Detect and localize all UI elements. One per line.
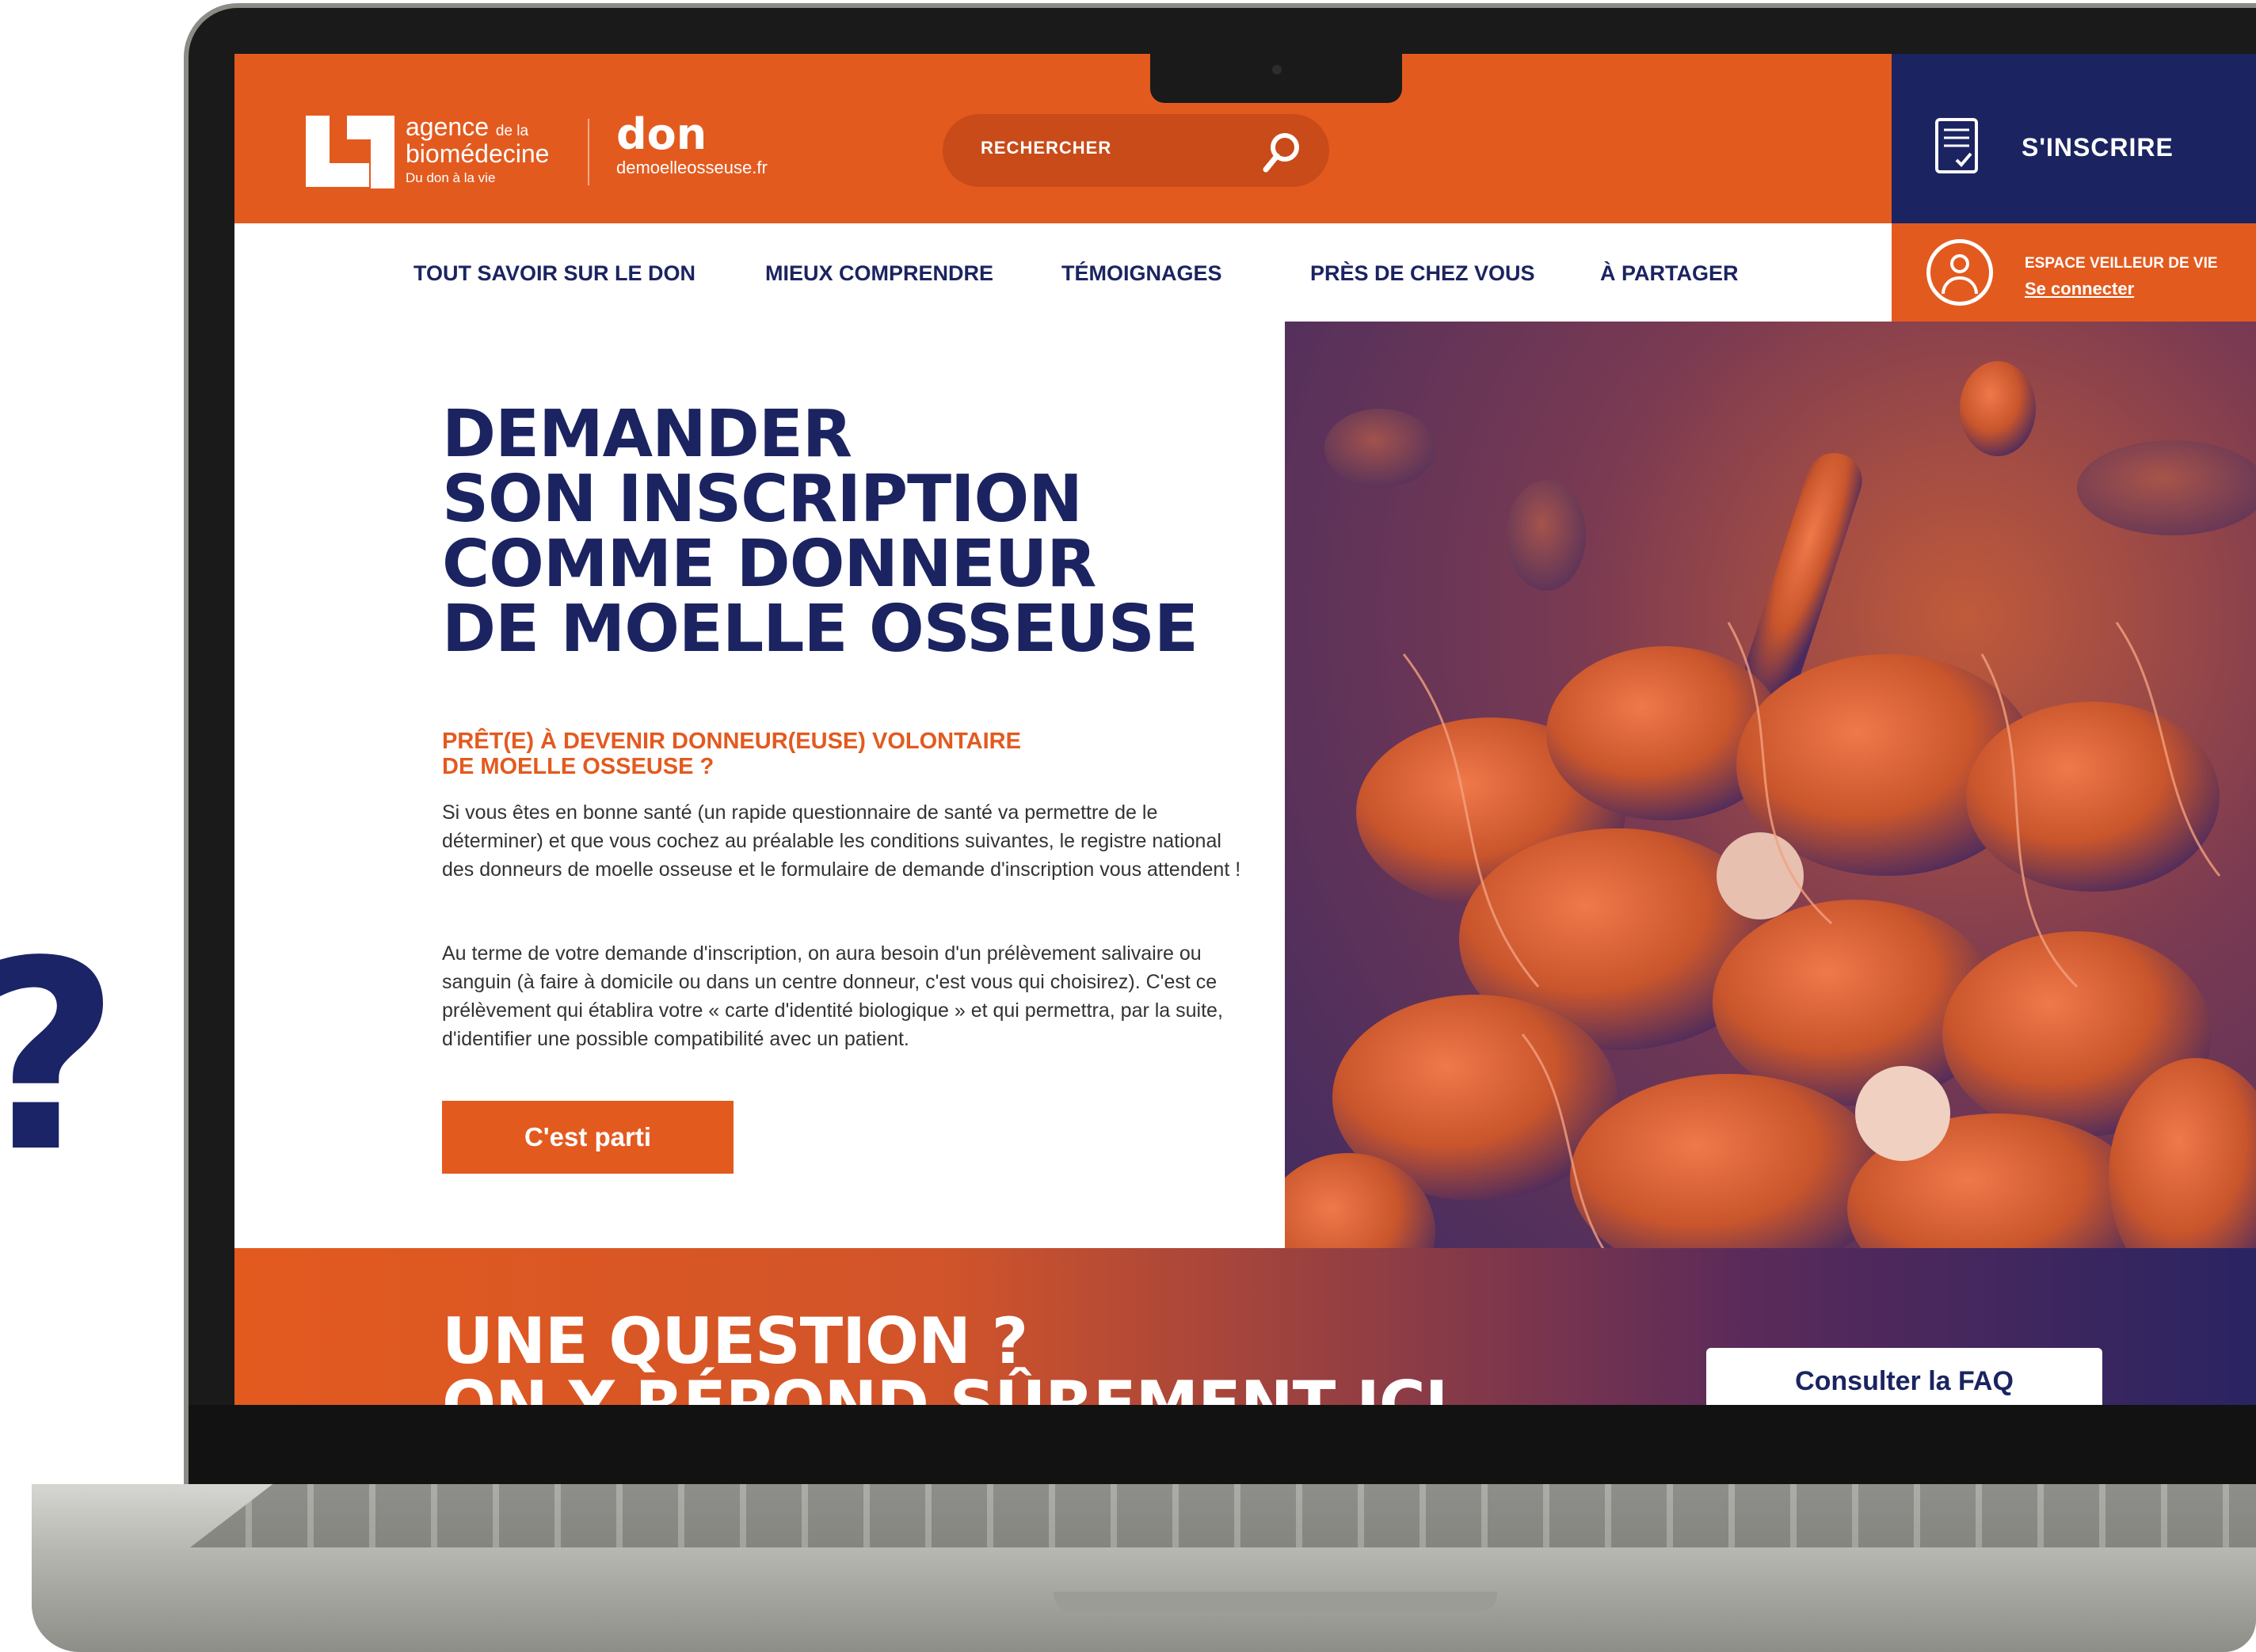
account-area[interactable]: ESPACE VEILLEUR DE VIE Se connecter (1892, 223, 2256, 322)
page-title: DEMANDER SON INSCRIPTION COMME DONNEUR D… (442, 402, 1198, 662)
agency-name[interactable]: agence de la biomédecine Du don à la vie (406, 114, 549, 185)
nav-item-tout-savoir[interactable]: TOUT SAVOIR SUR LE DON (413, 261, 695, 286)
logo-divider (588, 119, 589, 185)
title-line: DE MOELLE OSSEUSE (442, 592, 1198, 667)
faq-title-line: ON Y RÉPOND SÛREMENT ICI (442, 1368, 1448, 1406)
login-link[interactable]: Se connecter (2025, 279, 2134, 299)
trackpad-lip (1054, 1592, 1497, 1612)
title-line: SON INSCRIPTION (442, 462, 1083, 537)
search-placeholder: RECHERCHER (981, 138, 1112, 158)
faq-title: UNE QUESTION ? ON Y RÉPOND SÛREMENT ICI (442, 1304, 1448, 1406)
search-icon[interactable] (1259, 130, 1304, 174)
hero-paragraph-2: Au terme de votre demande d'inscription,… (442, 942, 1223, 1050)
site-logo[interactable]: don demoelleosseuse.fr (616, 109, 768, 178)
agency-line1-small: de la (495, 123, 529, 139)
agency-tagline: Du don à la vie (406, 170, 496, 185)
start-button[interactable]: C'est parti (442, 1101, 734, 1174)
signup-button[interactable]: S'INSCRIRE (1892, 54, 2256, 223)
laptop-screen: agence de la biomédecine Du don à la vie… (234, 54, 2256, 1405)
subtitle-line: DE MOELLE OSSEUSE ? (442, 754, 715, 779)
faq-title-line: UNE QUESTION ? (442, 1304, 1028, 1378)
hero-image-blood-cells (1285, 322, 2256, 1304)
nav-item-temoignages[interactable]: TÉMOIGNAGES (1061, 261, 1222, 286)
user-circle-icon (1926, 239, 1993, 306)
search-input[interactable]: RECHERCHER (943, 114, 1329, 187)
title-line: DEMANDER (442, 397, 852, 472)
nav-item-a-partager[interactable]: À PARTAGER (1600, 261, 1739, 286)
site-domain: demoelleosseuse.fr (616, 157, 768, 177)
site-name: don (616, 109, 707, 159)
hero-subtitle: PRÊT(E) À DEVENIR DONNEUR(EUSE) VOLONTAI… (442, 729, 1155, 779)
side-question-mark: ? (0, 927, 120, 1188)
nav-item-pres-de-chez-vous[interactable]: PRÈS DE CHEZ VOUS (1310, 261, 1535, 286)
blood-cells-illustration (1285, 361, 2256, 1304)
signup-label: S'INSCRIRE (2022, 133, 2174, 162)
document-check-icon (1935, 118, 1978, 173)
nav-item-mieux-comprendre[interactable]: MIEUX COMPRENDRE (765, 261, 993, 286)
screen-notch (1150, 52, 1402, 103)
account-title: ESPACE VEILLEUR DE VIE (2025, 255, 2218, 272)
faq-button[interactable]: Consulter la FAQ (1706, 1348, 2102, 1405)
main-nav: TOUT SAVOIR SUR LE DON MIEUX COMPRENDRE … (234, 223, 1892, 322)
subtitle-line: PRÊT(E) À DEVENIR DONNEUR(EUSE) VOLONTAI… (442, 729, 1021, 754)
agency-line2: biomédecine (406, 139, 550, 168)
keyboard (190, 1484, 2256, 1547)
bottom-bezel (189, 1405, 2256, 1484)
agency-logo-icon[interactable] (306, 116, 394, 188)
hero-paragraph-1: Si vous êtes en bonne santé (un rapide q… (442, 801, 1241, 881)
agency-line1: agence (406, 112, 489, 141)
camera-icon (1272, 65, 1282, 74)
title-line: COMME DONNEUR (442, 527, 1096, 602)
stage: ? agence de la biomédecine Du don à la v… (0, 0, 2256, 1652)
